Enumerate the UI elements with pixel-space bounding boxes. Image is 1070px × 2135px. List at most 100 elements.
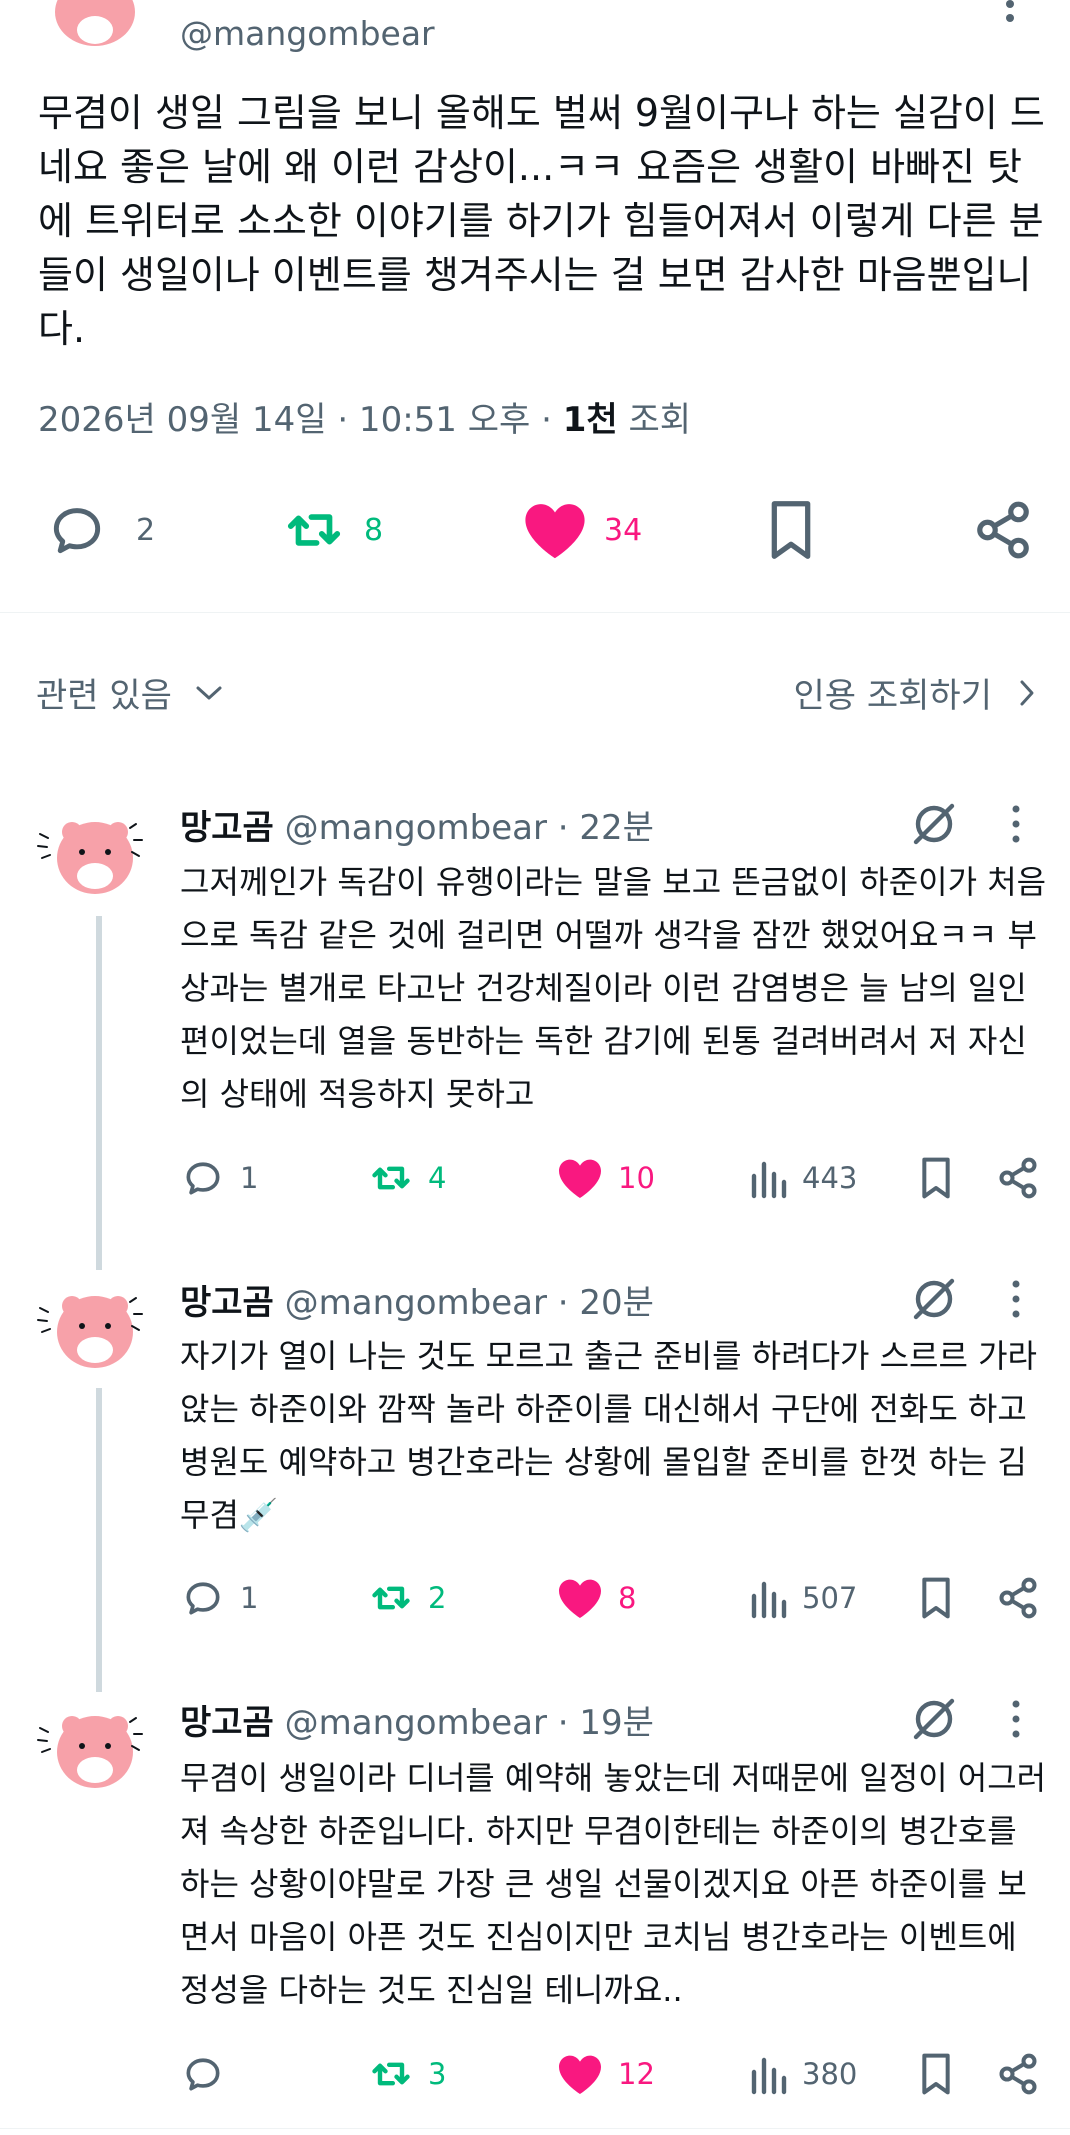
bookmark-icon: [916, 1576, 956, 1620]
share-icon: [996, 1156, 1040, 1200]
tweet-text: 무겸이 생일 그림을 보니 올해도 벌써 9월이구나 하는 실감이 드네요 좋은…: [38, 91, 1045, 351]
retweet-button[interactable]: 3: [366, 2044, 446, 2104]
grok-icon[interactable]: [910, 1695, 958, 1743]
reply-text: 자기가 열이 나는 것도 모르고 출근 준비를 하려다가 스르르 가라앉는 하준…: [180, 1337, 1037, 1534]
chevron-right-icon: [1018, 678, 1036, 708]
tweet-date[interactable]: 2026년 09월 14일 · 10:51 오후 ·: [38, 400, 563, 440]
reply-icon: [44, 499, 110, 561]
timestamp[interactable]: · 20분: [547, 1283, 654, 1323]
quote-views-link[interactable]: 인용 조회하기: [794, 668, 1037, 717]
avatar[interactable]: [46, 0, 144, 48]
avatar[interactable]: [34, 1280, 144, 1380]
related-label: 관련 있음: [36, 676, 172, 716]
view-count: 380: [802, 2057, 858, 2091]
like-count: 34: [604, 512, 643, 548]
heart-icon: [520, 499, 590, 561]
reply-button[interactable]: 1: [180, 1568, 258, 1628]
bookmark-icon: [762, 499, 820, 561]
retweet-icon: [366, 2052, 416, 2096]
more-icon[interactable]: [1010, 804, 1022, 844]
reply-icon: [180, 1576, 226, 1620]
reply-actions: 3 12 380: [0, 2044, 1070, 2104]
timestamp[interactable]: · 22분: [547, 808, 654, 848]
like-count: 10: [618, 1161, 655, 1195]
more-icon[interactable]: [1004, 0, 1016, 22]
views-button[interactable]: 507: [748, 1568, 857, 1628]
retweet-count: 4: [428, 1161, 447, 1195]
share-button[interactable]: [996, 1148, 1040, 1208]
bookmark-button[interactable]: [916, 1568, 956, 1628]
avatar[interactable]: [34, 806, 144, 906]
more-icon[interactable]: [1010, 1279, 1022, 1319]
display-name[interactable]: 망고곰: [180, 1703, 274, 1743]
heart-icon: [556, 1576, 604, 1620]
like-button[interactable]: 34: [520, 490, 642, 570]
tweet-metadata: 2026년 09월 14일 · 10:51 오후 · 1천 조회: [38, 392, 691, 441]
retweet-button[interactable]: 4: [366, 1148, 446, 1208]
reply-button[interactable]: [180, 2044, 240, 2104]
author-handle[interactable]: @mangombear: [180, 14, 435, 53]
reply-actions: 1 2 8 507: [0, 1568, 1070, 1628]
share-icon: [972, 499, 1034, 561]
reply-text: 무겸이 생일이라 디너를 예약해 놓았는데 저때문에 일정이 어그러져 속상한 …: [180, 1759, 1047, 2009]
retweet-count: 2: [428, 1581, 447, 1615]
reply-count: 2: [136, 512, 156, 548]
like-count: 8: [618, 1581, 637, 1615]
view-label: 조회: [617, 400, 692, 440]
reply-icon: [180, 2052, 226, 2096]
share-button[interactable]: [972, 490, 1034, 570]
retweet-count: 8: [364, 512, 384, 548]
reply-button[interactable]: 1: [180, 1148, 258, 1208]
reply-button[interactable]: 2: [44, 490, 155, 570]
author-handle[interactable]: @mangombear: [285, 808, 547, 848]
views-button[interactable]: 380: [748, 2044, 857, 2104]
timestamp[interactable]: · 19분: [547, 1703, 654, 1743]
like-button[interactable]: 12: [556, 2044, 655, 2104]
retweet-button[interactable]: 2: [366, 1568, 446, 1628]
reply-count: 1: [240, 1161, 259, 1195]
reply-header: 망고곰 @mangombear · 20분: [180, 1275, 654, 1324]
related-filter[interactable]: 관련 있음: [36, 668, 224, 717]
heart-icon: [556, 2052, 604, 2096]
share-icon: [996, 1576, 1040, 1620]
views-icon: [748, 1156, 788, 1200]
retweet-button[interactable]: 8: [278, 490, 383, 570]
reply-header: 망고곰 @mangombear · 19분: [180, 1695, 654, 1744]
avatar[interactable]: [34, 1700, 144, 1800]
display-name[interactable]: 망고곰: [180, 1283, 274, 1323]
retweet-icon: [366, 1156, 416, 1200]
retweet-count: 3: [428, 2057, 447, 2091]
view-count: 443: [802, 1161, 858, 1195]
reply-header: 망고곰 @mangombear · 22분: [180, 800, 654, 849]
bookmark-icon: [916, 1156, 956, 1200]
views-button[interactable]: 443: [748, 1148, 857, 1208]
more-icon[interactable]: [1010, 1699, 1022, 1739]
divider: [0, 612, 1070, 613]
display-name[interactable]: 망고곰: [180, 808, 274, 848]
retweet-icon: [366, 1576, 416, 1620]
views-icon: [748, 2052, 788, 2096]
author-handle[interactable]: @mangombear: [285, 1283, 547, 1323]
bookmark-button[interactable]: [916, 1148, 956, 1208]
reply-text: 그저께인가 독감이 유행이라는 말을 보고 뜬금없이 하준이가 처음으로 독감 …: [180, 863, 1047, 1113]
author-handle[interactable]: @mangombear: [285, 1703, 547, 1743]
like-button[interactable]: 10: [556, 1148, 655, 1208]
like-button[interactable]: 8: [556, 1568, 636, 1628]
bookmark-icon: [916, 2052, 956, 2096]
reply-icon: [180, 1156, 226, 1200]
quote-views-label: 인용 조회하기: [793, 676, 993, 716]
divider: [0, 2128, 1070, 2129]
heart-icon: [556, 1156, 604, 1200]
bookmark-button[interactable]: [916, 2044, 956, 2104]
share-button[interactable]: [996, 1568, 1040, 1628]
grok-icon[interactable]: [910, 800, 958, 848]
grok-icon[interactable]: [910, 1275, 958, 1323]
thread-line: [96, 916, 102, 1270]
reply-actions: 1 4 10 443: [0, 1148, 1070, 1208]
view-count: 507: [802, 1581, 858, 1615]
tweet-actions: 2 8 34: [0, 490, 1070, 570]
view-count: 1천: [562, 400, 618, 440]
views-icon: [748, 1576, 788, 1620]
bookmark-button[interactable]: [762, 490, 820, 570]
share-button[interactable]: [996, 2044, 1040, 2104]
